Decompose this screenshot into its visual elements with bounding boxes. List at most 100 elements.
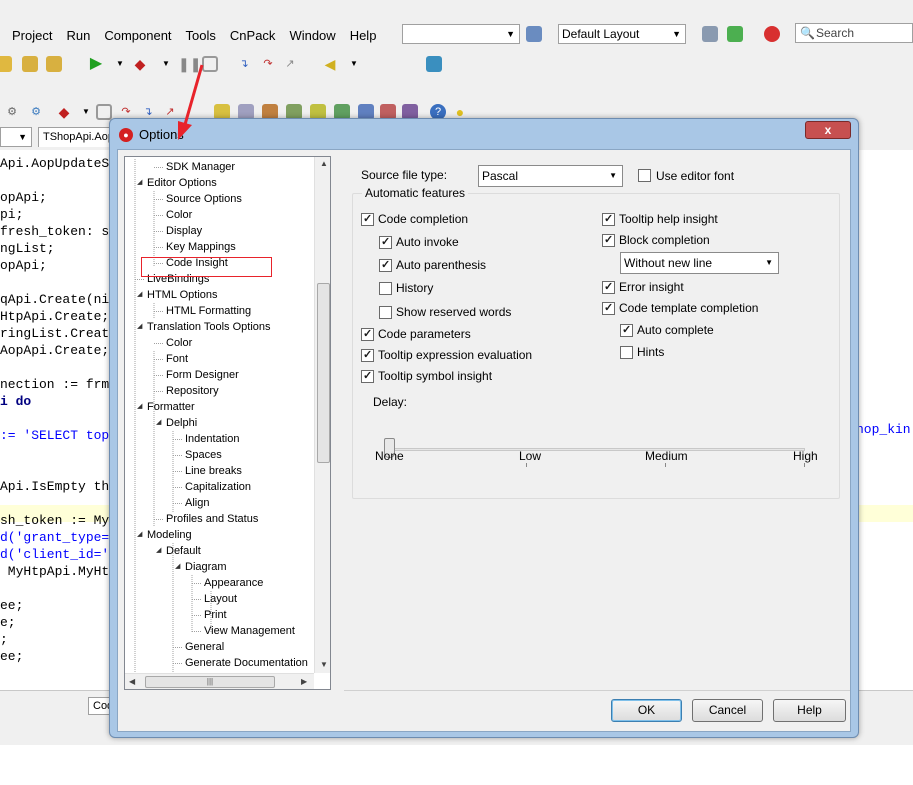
scroll-down-icon[interactable]: ▼ — [320, 660, 328, 669]
tree-item[interactable]: Editor Options — [147, 175, 217, 191]
use-editor-font-checkbox[interactable] — [638, 169, 651, 182]
tree-expander-icon[interactable]: ◢ — [137, 287, 146, 303]
menu-cnpack[interactable]: CnPack — [224, 28, 284, 43]
tree-item[interactable]: Display — [166, 223, 202, 239]
pause-icon[interactable]: ❚❚ — [178, 56, 201, 72]
run-without-debug-dropdown-icon[interactable]: ▼ — [158, 56, 174, 72]
close-button[interactable]: x — [805, 121, 851, 139]
debug-dropdown-icon[interactable]: ▼ — [78, 104, 94, 120]
hints-checkbox[interactable] — [620, 346, 633, 359]
options-tree[interactable]: SDK Manager ◢ Editor Options Source Options… — [124, 156, 331, 690]
tree-expander-icon[interactable]: ◢ — [137, 175, 146, 191]
tree-item[interactable]: Delphi — [166, 415, 197, 431]
tree-item[interactable]: HTML Formatting — [166, 303, 251, 319]
open-icon[interactable] — [0, 56, 12, 72]
breakpoint-icon[interactable] — [96, 104, 112, 120]
tree-item[interactable]: Print — [204, 607, 227, 623]
tree-item[interactable]: Layout — [204, 591, 237, 607]
scroll-right-icon[interactable]: ▶ — [301, 677, 307, 686]
delay-slider-track[interactable] — [389, 448, 805, 451]
book-icon[interactable] — [426, 56, 442, 72]
tree-item[interactable]: Font — [166, 351, 188, 367]
tree-item[interactable]: HTML Options — [147, 287, 218, 303]
set-layout-icon[interactable] — [727, 26, 743, 42]
tree-item[interactable]: Color — [166, 335, 192, 351]
back-dropdown-icon[interactable]: ▼ — [346, 56, 362, 72]
debug-run-icon[interactable]: ◆ — [56, 104, 72, 120]
tree-item[interactable]: Profiles and Status — [166, 511, 258, 527]
dialog-titlebar[interactable]: ● Options x — [110, 119, 858, 149]
search-input[interactable]: 🔍 Search — [795, 23, 913, 43]
unit-combo[interactable]: ▼ — [0, 127, 32, 147]
scroll-up-icon[interactable]: ▲ — [320, 159, 328, 168]
tree-item[interactable]: Formatter — [147, 399, 195, 415]
error-insight-checkbox[interactable] — [602, 280, 615, 294]
tree-horizontal-scrollbar[interactable]: ◀ ||| ▶ — [125, 673, 314, 689]
save-all-icon[interactable] — [46, 56, 62, 72]
layout-combo[interactable]: Default Layout ▼ — [558, 24, 686, 44]
menu-run[interactable]: Run — [60, 28, 98, 43]
run-to-cursor-icon[interactable]: ↗ — [282, 56, 298, 72]
auto-parenthesis-checkbox[interactable] — [379, 258, 392, 272]
code-template-completion-checkbox[interactable] — [602, 301, 615, 315]
save-icon[interactable] — [22, 56, 38, 72]
tree-item[interactable]: Diagram — [185, 559, 227, 575]
tree-expander-icon[interactable]: ◢ — [137, 319, 146, 335]
tree-expander-icon[interactable]: ◢ — [137, 399, 146, 415]
tree-vertical-scrollbar[interactable]: ▲ ▼ — [314, 157, 330, 673]
save-layout-icon[interactable] — [702, 26, 718, 42]
menu-component[interactable]: Component — [98, 28, 179, 43]
run-icon[interactable]: ▶ — [88, 56, 104, 72]
tree-item[interactable]: Default — [166, 543, 201, 559]
run-dropdown-icon[interactable]: ▼ — [112, 56, 128, 72]
tree-item[interactable]: Spaces — [185, 447, 222, 463]
tree-item[interactable]: Repository — [166, 383, 219, 399]
desktop-icon[interactable] — [526, 26, 542, 42]
tree-item[interactable]: General — [185, 639, 224, 655]
show-reserved-words-checkbox[interactable] — [379, 306, 392, 319]
stop-program-icon[interactable] — [202, 56, 218, 72]
tree-item[interactable]: Indentation — [185, 431, 239, 447]
code-parameters-checkbox[interactable] — [361, 327, 374, 341]
ok-button[interactable]: OK — [611, 699, 682, 722]
block-completion-dropdown[interactable]: Without new line ▼ — [620, 252, 779, 274]
gear-icon[interactable]: ⚙ — [4, 104, 20, 120]
history-checkbox[interactable] — [379, 282, 392, 295]
toolbar-combo[interactable]: ▼ — [402, 24, 520, 44]
code-completion-checkbox[interactable] — [361, 212, 374, 226]
tree-item[interactable]: Line breaks — [185, 463, 242, 479]
tree-item[interactable]: Translation Tools Options — [147, 319, 271, 335]
source-file-type-dropdown[interactable]: Pascal ▼ — [478, 165, 623, 187]
tree-item[interactable]: Source Options — [166, 191, 242, 207]
tree-expander-icon[interactable]: ◢ — [156, 543, 165, 559]
tree-item[interactable]: Capitalization — [185, 479, 251, 495]
tree-expander-icon[interactable]: ◢ — [137, 527, 146, 543]
tooltip-help-insight-checkbox[interactable] — [602, 212, 615, 226]
run-without-debug-icon[interactable]: ◆ — [132, 56, 148, 72]
tree-item[interactable]: Generate Documentation — [185, 655, 308, 671]
tree-item[interactable]: Align — [185, 495, 209, 511]
menu-project[interactable]: Project — [0, 28, 60, 43]
auto-complete-checkbox[interactable] — [620, 323, 633, 337]
menu-tools[interactable]: Tools — [180, 28, 224, 43]
tree-item[interactable]: Modeling — [147, 527, 192, 543]
tree-item[interactable]: View Management — [204, 623, 295, 639]
file-tab[interactable]: TShopApi.Aop — [38, 127, 118, 147]
block-completion-checkbox[interactable] — [602, 233, 615, 247]
stop-icon[interactable] — [764, 26, 780, 42]
help-button[interactable]: Help — [773, 699, 846, 722]
tree-horizontal-scroll-thumb[interactable]: ||| — [145, 676, 275, 688]
tree-vertical-scroll-thumb[interactable] — [317, 283, 330, 463]
tooltip-expression-evaluation-checkbox[interactable] — [361, 348, 374, 362]
tree-item[interactable]: Appearance — [204, 575, 263, 591]
tree-item[interactable]: Form Designer — [166, 367, 239, 383]
tooltip-symbol-insight-checkbox[interactable] — [361, 369, 374, 383]
scroll-left-icon[interactable]: ◀ — [129, 677, 135, 686]
tree-item[interactable]: Key Mappings — [166, 239, 236, 255]
menu-help[interactable]: Help — [344, 28, 385, 43]
trace-into-icon[interactable]: ↴ — [236, 56, 252, 72]
back-icon[interactable]: ◀ — [322, 56, 338, 72]
step-over-icon[interactable]: ↷ — [260, 56, 276, 72]
tree-item[interactable]: Color — [166, 207, 192, 223]
tree-expander-icon[interactable]: ◢ — [156, 415, 165, 431]
